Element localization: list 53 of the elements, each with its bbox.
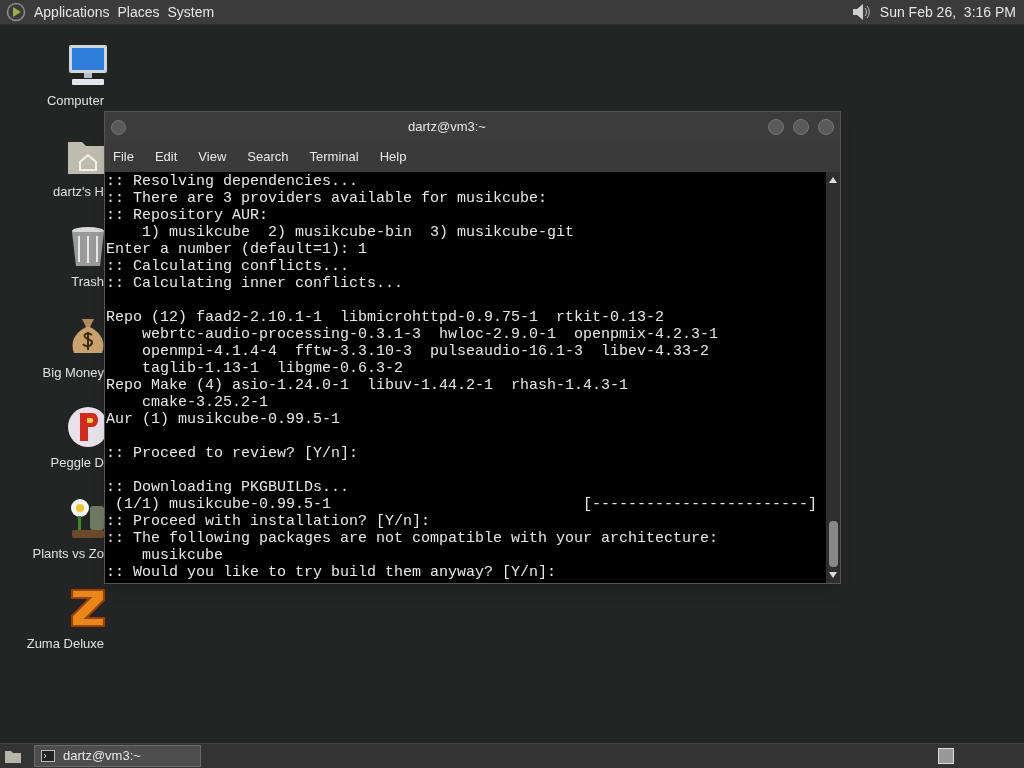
terminal-line: openmpi-4.1.4-4 fftw-3.3.10-3 pulseaudio-16.1-3 libev-4.33-2 bbox=[141, 343, 711, 360]
window-title: dartz@vm3:~ bbox=[407, 118, 487, 137]
scrollbar-thumb[interactable] bbox=[828, 521, 838, 567]
distro-logo-icon[interactable] bbox=[6, 2, 26, 22]
terminal-line: Enter a number (default=1): 1 bbox=[106, 241, 369, 258]
panel-menu[interactable]: Places bbox=[117, 1, 160, 23]
terminal-line: :: Proceed with installation? [Y/n]: bbox=[106, 513, 432, 530]
scrollbar[interactable] bbox=[826, 172, 840, 583]
workspace-switcher[interactable] bbox=[938, 748, 954, 764]
panel-menu[interactable]: Applications bbox=[34, 1, 110, 23]
window-menu-button[interactable] bbox=[111, 119, 126, 135]
scroll-up-icon[interactable] bbox=[828, 175, 838, 185]
menu-item[interactable]: Search bbox=[247, 147, 289, 167]
computer-icon bbox=[66, 43, 110, 87]
desktop-icon-label[interactable]: Peggle D bbox=[50, 453, 104, 473]
terminal-line: :: Resolving dependencies... bbox=[106, 173, 360, 190]
terminal-line: cmake-3.25.2-1 bbox=[141, 394, 270, 411]
maximize-button[interactable] bbox=[793, 119, 809, 135]
taskbar-button[interactable]: dartz@vm3:~ bbox=[34, 745, 201, 767]
desktop-icon-label[interactable]: Computer bbox=[46, 91, 104, 111]
terminal-icon bbox=[41, 750, 55, 762]
terminal-line: :: There are 3 providers available for musikcube: bbox=[106, 190, 549, 207]
scroll-down-icon[interactable] bbox=[828, 570, 838, 580]
terminal-line: Aur (1) musikcube-0.99.5-1 bbox=[106, 411, 342, 428]
desktop-icon-label[interactable]: Big Money bbox=[42, 362, 104, 382]
show-desktop-icon[interactable] bbox=[4, 748, 22, 764]
menu-item[interactable]: File bbox=[113, 147, 134, 167]
desktop-icon-label[interactable]: Zuma Deluxe bbox=[26, 634, 104, 654]
close-button[interactable] bbox=[818, 119, 834, 135]
minimize-button[interactable] bbox=[768, 119, 784, 135]
terminal-line: webrtc-audio-processing-0.3.1-3 hwloc-2.9.0-1 openpmix-4.2.3-1 bbox=[141, 326, 720, 343]
terminal-line: :: Would you like to try build them anyway? [Y/n]: bbox=[106, 564, 558, 581]
desktop-icon-label[interactable]: Trash bbox=[71, 272, 104, 292]
terminal-line: :: Calculating conflicts... bbox=[106, 258, 351, 275]
menu-item[interactable]: View bbox=[198, 147, 227, 167]
menu-item[interactable]: Help bbox=[379, 147, 407, 167]
terminal-line: 1) musikcube 2) musikcube-bin 3) musikcube-git bbox=[141, 224, 576, 241]
terminal-line: musikcube bbox=[141, 547, 225, 564]
terminal-line: (1/1) musikcube-0.99.5-1 [------------------------] bbox=[114, 496, 819, 513]
terminal-line: :: The following packages are not compatible with your architecture: bbox=[106, 530, 720, 547]
terminal-line: :: Calculating inner conflicts... bbox=[106, 275, 405, 292]
terminal-line: Repo Make (4) asio-1.24.0-1 libuv-1.44.2-1 rhash-1.4.3-1 bbox=[106, 377, 630, 394]
terminal-line: :: Downloading PKGBUILDs... bbox=[106, 479, 351, 496]
panel-menu[interactable]: System bbox=[167, 1, 215, 23]
desktop-icon-label[interactable]: Plants vs Zo bbox=[32, 543, 104, 563]
desktop-icon-label[interactable]: dartz's H bbox=[53, 181, 104, 201]
terminal-line: taglib-1.13-1 libgme-0.6.3-2 bbox=[141, 360, 405, 377]
terminal-line: :: Repository AUR: bbox=[106, 207, 270, 224]
menu-item[interactable]: Edit bbox=[154, 147, 178, 167]
terminal-line: Repo (12) faad2-2.10.1-1 libmicrohttpd-0.9.75-1 rtkit-0.13-2 bbox=[106, 309, 666, 326]
terminal-line: :: Proceed to review? [Y/n]: bbox=[106, 445, 360, 462]
menu-item[interactable]: Terminal bbox=[309, 147, 359, 167]
clock[interactable]: Sun Feb 26, 3:16 PM bbox=[879, 1, 1016, 23]
